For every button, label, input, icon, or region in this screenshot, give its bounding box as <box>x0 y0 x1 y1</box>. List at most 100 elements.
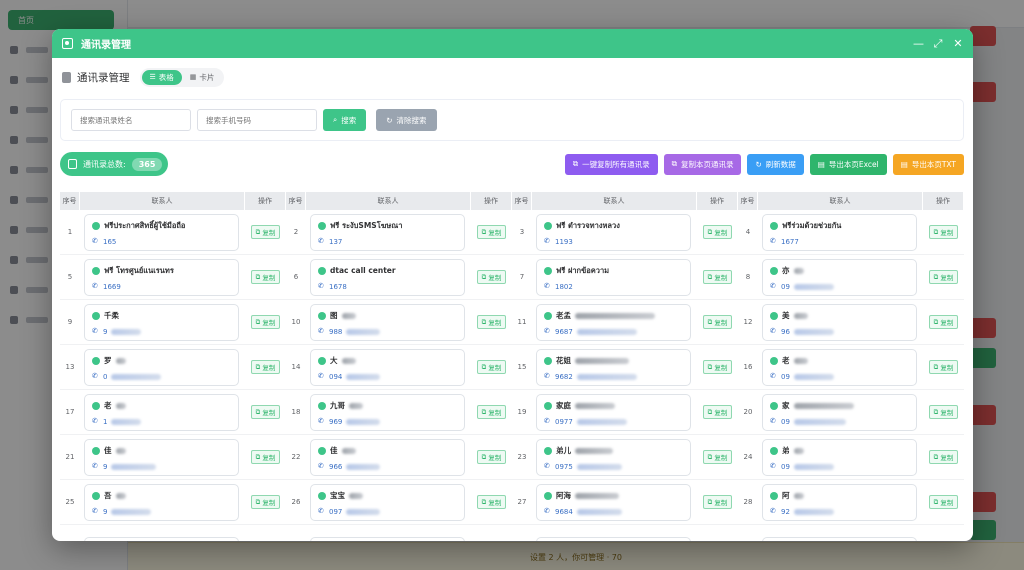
contact-card[interactable]: 罗✆0 <box>84 349 239 386</box>
copy-button[interactable]: ⧉复制 <box>929 450 959 464</box>
copy-button[interactable]: ⧉复制 <box>477 495 507 509</box>
copy-button-label: 复制 <box>262 362 275 372</box>
contact-card[interactable]: 阿✆92 <box>762 484 917 521</box>
contact-card[interactable] <box>310 537 465 541</box>
contact-card[interactable] <box>536 537 691 541</box>
contact-card[interactable]: 老✆1 <box>84 394 239 431</box>
contact-card[interactable]: 阿海✆9684 <box>536 484 691 521</box>
copy-button[interactable]: ⧉复制 <box>929 405 959 419</box>
copy-icon: ⧉ <box>672 159 677 169</box>
copy-button[interactable]: ⧉复制 <box>477 450 507 464</box>
refresh-icon: ↻ <box>755 160 761 169</box>
contact-card[interactable]: 吾✆9 <box>84 484 239 521</box>
copy-button[interactable]: ⧉复制 <box>929 225 959 239</box>
table-cell-group: 9千柔✆9 ⧉复制 <box>60 300 286 344</box>
copy-button[interactable]: ⧉复制 <box>477 225 507 239</box>
contact-card[interactable]: 千柔✆9 <box>84 304 239 341</box>
contact-card[interactable]: 亦✆09 <box>762 259 917 296</box>
copy-button[interactable]: ⧉复制 <box>703 360 733 374</box>
copy-button[interactable]: ⧉复制 <box>251 360 281 374</box>
copy-button-label: 复制 <box>940 272 953 282</box>
minimize-icon[interactable]: — <box>913 37 923 51</box>
contact-card[interactable]: 九哥✆969 <box>310 394 465 431</box>
view-toggle-card[interactable]: ▦ 卡片 <box>182 70 223 85</box>
copy-button[interactable]: ⧉复制 <box>251 315 281 329</box>
export-excel-button[interactable]: ▤ 导出本页Excel <box>810 154 887 175</box>
search-phone-input[interactable] <box>197 109 317 131</box>
contact-card[interactable]: ฟรี ฝากข้อความ✆1802 <box>536 259 691 296</box>
copy-button[interactable]: ⧉复制 <box>929 495 959 509</box>
copy-button[interactable]: ⧉复制 <box>929 270 959 284</box>
redacted-phone <box>111 329 141 335</box>
contact-card[interactable]: 老✆09 <box>762 349 917 386</box>
copy-button[interactable]: ⧉复制 <box>477 405 507 419</box>
contact-card[interactable]: 家庭✆0977 <box>536 394 691 431</box>
contact-name-row: ฟรีร่วมด้วยช่วยกัน <box>770 220 909 232</box>
table-header: 序号 联系人 操作 序号 联系人 操作 序号 联系人 操作 序号 联系人 操作 <box>60 192 964 210</box>
contact-phone: 0 <box>103 373 107 381</box>
contact-card[interactable]: ฟรี โทรศูนย์แนเรนทร✆1669 <box>84 259 239 296</box>
row-seq: 22 <box>286 435 306 479</box>
copy-button[interactable]: ⧉复制 <box>703 495 733 509</box>
redacted-phone <box>111 419 141 425</box>
refresh-button[interactable]: ↻ 刷新数据 <box>747 154 803 175</box>
contact-cell: 家✆09 <box>758 390 923 434</box>
copy-button[interactable]: ⧉复制 <box>703 315 733 329</box>
copy-button-label: 复制 <box>488 407 501 417</box>
contact-card[interactable]: 弟✆09 <box>762 439 917 476</box>
contact-card[interactable] <box>762 537 917 541</box>
contact-card[interactable]: 佳✆966 <box>310 439 465 476</box>
copy-button[interactable]: ⧉复制 <box>703 405 733 419</box>
contact-cell: 弟✆09 <box>758 435 923 479</box>
view-toggle-table[interactable]: ☰ 表格 <box>142 70 182 85</box>
total-count-badge: 通讯录总数: 365 <box>60 152 168 176</box>
contact-card[interactable]: ฟรีประกาศสิทธิ์ผู้ใช้มือถือ✆165 <box>84 214 239 251</box>
contact-card[interactable]: 大✆094 <box>310 349 465 386</box>
phone-icon: ✆ <box>770 283 777 290</box>
contact-card[interactable] <box>84 537 239 541</box>
search-name-input[interactable] <box>71 109 191 131</box>
copy-button[interactable]: ⧉复制 <box>929 315 959 329</box>
copy-icon: ⧉ <box>256 363 261 372</box>
table-cell-group <box>738 525 964 541</box>
export-txt-button[interactable]: ▤ 导出本页TXT <box>893 154 964 175</box>
redacted-name <box>349 493 363 499</box>
copy-button[interactable]: ⧉复制 <box>251 495 281 509</box>
row-seq: 9 <box>60 300 80 344</box>
contact-phone-row: ✆1 <box>92 417 231 427</box>
redacted-name <box>794 358 808 364</box>
contact-card[interactable]: ฟรี ระงับSMSโฆษณา✆137 <box>310 214 465 251</box>
close-icon[interactable]: ✕ <box>953 37 963 51</box>
copy-button[interactable]: ⧉复制 <box>251 405 281 419</box>
copy-button[interactable]: ⧉复制 <box>703 225 733 239</box>
copy-page-button[interactable]: ⧉ 复制本页通讯录 <box>664 154 742 175</box>
contact-card[interactable]: 美✆96 <box>762 304 917 341</box>
contact-card[interactable]: 佳✆9 <box>84 439 239 476</box>
copy-all-button[interactable]: ⧉ 一键复制所有通讯录 <box>565 154 658 175</box>
contact-card[interactable]: 图✆988 <box>310 304 465 341</box>
copy-button[interactable]: ⧉复制 <box>703 270 733 284</box>
contact-card[interactable]: 老孟✆9687 <box>536 304 691 341</box>
copy-button[interactable]: ⧉复制 <box>477 360 507 374</box>
contact-card[interactable]: dtac call center✆1678 <box>310 259 465 296</box>
copy-button[interactable]: ⧉复制 <box>703 450 733 464</box>
copy-button[interactable]: ⧉复制 <box>929 360 959 374</box>
redacted-name <box>794 403 854 409</box>
copy-button[interactable]: ⧉复制 <box>251 270 281 284</box>
copy-button[interactable]: ⧉复制 <box>477 270 507 284</box>
op-cell: ⧉复制 <box>471 210 512 254</box>
copy-icon: ⧉ <box>482 318 487 327</box>
user-icon <box>92 447 100 455</box>
contact-card[interactable]: ฟรีร่วมด้วยช่วยกัน✆1677 <box>762 214 917 251</box>
contact-card[interactable]: 弟儿✆0975 <box>536 439 691 476</box>
contact-card[interactable]: ฟรี ตำรวจทางหลวง✆1193 <box>536 214 691 251</box>
copy-button[interactable]: ⧉复制 <box>251 450 281 464</box>
copy-button[interactable]: ⧉复制 <box>251 225 281 239</box>
contact-card[interactable]: 宝宝✆097 <box>310 484 465 521</box>
contact-card[interactable]: 花姐✆9682 <box>536 349 691 386</box>
copy-button[interactable]: ⧉复制 <box>477 315 507 329</box>
search-button[interactable]: ⌕ 搜索 <box>323 109 366 131</box>
clear-search-button[interactable]: ↻ 清除搜索 <box>376 109 436 131</box>
maximize-icon[interactable]: ⤢ <box>933 37 943 51</box>
contact-card[interactable]: 家✆09 <box>762 394 917 431</box>
